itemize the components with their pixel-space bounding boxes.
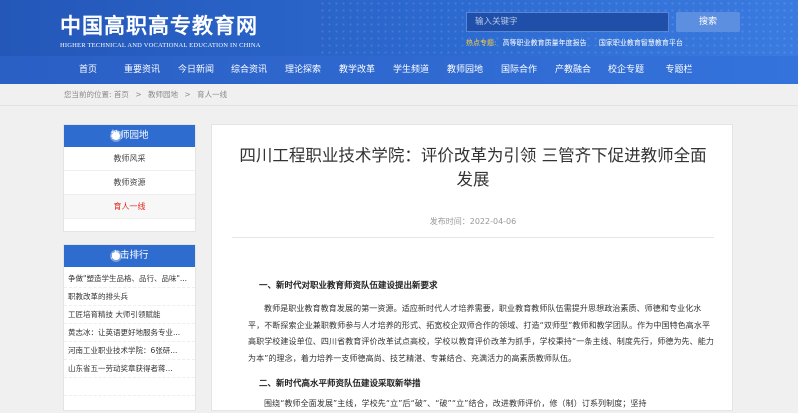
ranking-item[interactable] bbox=[64, 378, 195, 396]
paragraph-2: 围绕“教师全面发展”主线，学校先“立”后“破”、“破”“立”结合，改进教师评价，… bbox=[264, 399, 647, 408]
nav-teacher-garden[interactable]: 教师园地 bbox=[447, 56, 483, 84]
main-nav: 首页 重要资讯 今日新闻 综合资讯 理论探索 教学改革 学生频道 教师园地 国际… bbox=[0, 56, 798, 84]
hot-topics-label: 热点专题: bbox=[466, 39, 497, 47]
hot-link-smart-platform[interactable]: 国家职业教育智慧教育平台 bbox=[599, 39, 683, 47]
breadcrumb-teacher-garden[interactable]: 教师园地 bbox=[148, 90, 178, 99]
site-header: 中国高职高专教育网 HIGHER TECHNICAL AND VOCATIONA… bbox=[0, 0, 798, 56]
ranking-item[interactable]: 争做"塑造学生品格、品行、品味"... bbox=[64, 270, 195, 288]
hot-link-quality-report[interactable]: 高等职业教育质量年度报告 bbox=[503, 39, 587, 47]
search-input[interactable]: 输入关键字 bbox=[466, 12, 669, 32]
ranking-item[interactable]: 河南工业职业技术学院：6张研... bbox=[64, 342, 195, 360]
ranking-item[interactable]: 职教改革的排头兵 bbox=[64, 288, 195, 306]
nav-industry-education[interactable]: 产教融合 bbox=[555, 56, 591, 84]
breadcrumb: 您当前的位置: 首页 > 教师园地 > 育人一线 bbox=[0, 84, 798, 106]
logo-chinese: 中国高职高专教育网 bbox=[60, 13, 258, 38]
hot-topics: 热点专题: 高等职业教育质量年度报告 国家职业教育智慧教育平台 bbox=[466, 38, 693, 48]
search-button[interactable]: 搜索 bbox=[676, 12, 740, 32]
nav-general-news[interactable]: 综合资讯 bbox=[231, 56, 267, 84]
breadcrumb-prefix: 您当前的位置: bbox=[64, 90, 112, 99]
article-title: 四川工程职业技术学院：评价改革为引领 三管齐下促进教师全面发展 bbox=[239, 146, 707, 189]
sidebar-item-education-frontline[interactable]: 育人一线 bbox=[64, 195, 195, 219]
logo-english: HIGHER TECHNICAL AND VOCATIONAL EDUCATIO… bbox=[60, 42, 261, 49]
nav-today-news[interactable]: 今日新闻 bbox=[178, 56, 214, 84]
nav-special-column[interactable]: 专题栏 bbox=[665, 56, 692, 84]
title-divider bbox=[232, 237, 714, 238]
section-heading-1: 一、新时代对职业教育师资队伍建设提出新要求 bbox=[259, 281, 438, 291]
nav-theory[interactable]: 理论探索 bbox=[285, 56, 321, 84]
sidebar-teacher-garden: 教师园地 教师风采 教师资源 育人一线 bbox=[63, 124, 196, 232]
nav-international[interactable]: 国际合作 bbox=[501, 56, 537, 84]
bullet-icon bbox=[112, 132, 120, 140]
sidebar-item-teacher-style[interactable]: 教师风采 bbox=[64, 147, 195, 171]
publish-date: 发布时间：2022-04-06 bbox=[429, 217, 517, 226]
breadcrumb-separator: > bbox=[135, 90, 142, 99]
breadcrumb-separator: > bbox=[184, 90, 191, 99]
nav-student-channel[interactable]: 学生频道 bbox=[393, 56, 429, 84]
site-logo[interactable]: 中国高职高专教育网 HIGHER TECHNICAL AND VOCATIONA… bbox=[60, 10, 261, 49]
nav-school-enterprise[interactable]: 校企专题 bbox=[608, 56, 644, 84]
ranking-item[interactable]: 工匠培育精技 大师引领赋能 bbox=[64, 306, 195, 324]
article-panel: 四川工程职业技术学院：评价改革为引领 三管齐下促进教师全面发展 发布时间：202… bbox=[211, 124, 733, 411]
nav-teaching-reform[interactable]: 教学改革 bbox=[339, 56, 375, 84]
breadcrumb-current[interactable]: 育人一线 bbox=[197, 90, 227, 99]
nav-home[interactable]: 首页 bbox=[79, 56, 97, 84]
ranking-header: 点击排行 bbox=[64, 245, 195, 267]
nav-important-news[interactable]: 重要资讯 bbox=[124, 56, 160, 84]
bullet-icon bbox=[112, 252, 120, 260]
sidebar-click-ranking: 点击排行 争做"塑造学生品格、品行、品味"... 职教改革的排头兵 工匠培育精技… bbox=[63, 244, 196, 411]
sidebar-section-header: 教师园地 bbox=[64, 125, 195, 147]
breadcrumb-home[interactable]: 首页 bbox=[114, 90, 129, 99]
section-heading-2: 二、新时代高水平师资队伍建设采取新举措 bbox=[259, 379, 421, 389]
paragraph-1: 教师是职业教育教育发展的第一资源。适应新时代人才培养需要，职业教育教师队伍需提升… bbox=[248, 304, 714, 363]
ranking-item[interactable]: 黄志冰：让英语更好地服务专业... bbox=[64, 324, 195, 342]
sidebar-item-teacher-resources[interactable]: 教师资源 bbox=[64, 171, 195, 195]
ranking-item[interactable]: 山东省五一劳动奖章获得者蒋... bbox=[64, 360, 195, 378]
